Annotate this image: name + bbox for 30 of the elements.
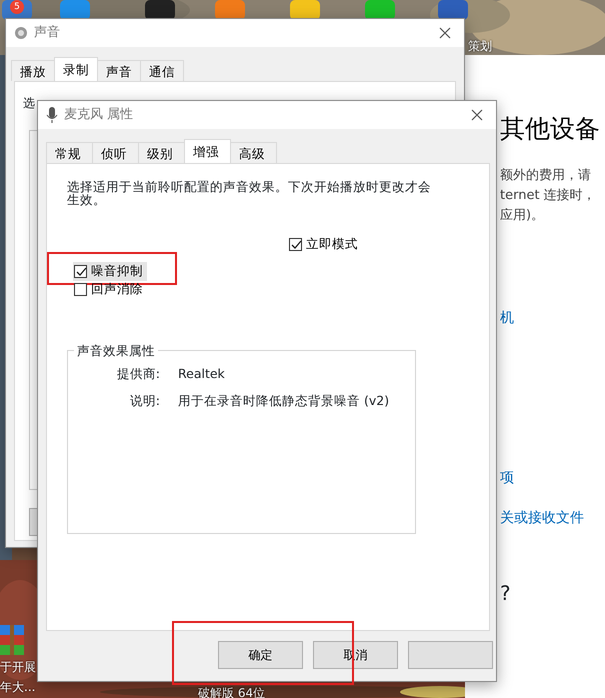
microphone-icon — [46, 107, 58, 123]
description-text: 选择适用于当前聆听配置的声音效果。下次开始播放时更改才会生效。 — [67, 180, 432, 206]
tab[interactable]: 常规 — [46, 142, 93, 163]
settings-link[interactable]: 机 — [500, 308, 514, 329]
tab[interactable]: 通信 — [140, 60, 184, 81]
checkbox[interactable]: 噪音抑制 — [73, 262, 147, 281]
panel-text: ternet 连接时， — [500, 187, 596, 205]
panel-question: ? — [500, 580, 511, 607]
tab[interactable]: 增强 — [184, 139, 231, 163]
property-value: 用于在录音时降低静态背景噪音 (v2) — [178, 392, 390, 410]
tab[interactable]: 录制 — [54, 57, 98, 81]
check-icon — [290, 238, 303, 250]
tab[interactable]: 声音 — [97, 60, 141, 81]
tab[interactable]: 级别 — [138, 142, 185, 163]
settings-link[interactable]: 项 — [500, 468, 514, 489]
checkbox[interactable]: 立即模式 — [289, 235, 358, 254]
check-icon — [75, 266, 88, 277]
panel-text: 应用)。 — [500, 207, 544, 225]
dialog-button[interactable]: 确定 — [218, 641, 303, 669]
close-icon[interactable] — [471, 109, 483, 121]
property-value: Realtek — [178, 365, 225, 383]
settings-link[interactable]: 关或接收文件 — [500, 508, 584, 529]
property-label: 说明: — [128, 392, 160, 410]
panel-text: 额外的费用，请 — [500, 167, 591, 185]
panel-heading: 其他设备 — [500, 113, 600, 145]
window-title: 麦克风 属性 — [64, 106, 134, 124]
property-label: 提供商: — [116, 365, 160, 383]
tab[interactable]: 侦听 — [92, 142, 139, 163]
checkbox[interactable]: 回声消除 — [73, 280, 147, 299]
tab[interactable]: 高级 — [230, 142, 277, 163]
